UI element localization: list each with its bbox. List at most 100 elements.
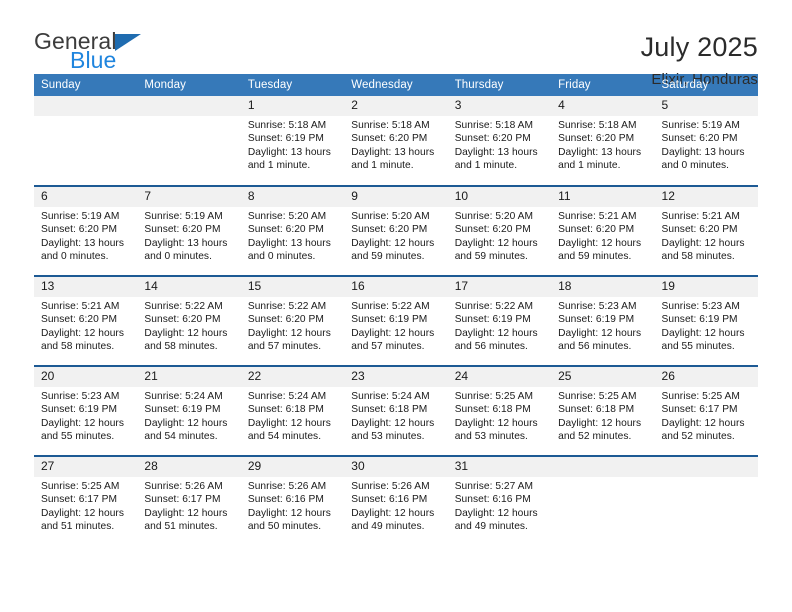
calendar-day-cell[interactable]: 14 Sunrise: 5:22 AM Sunset: 6:20 PM Dayligh… [137,275,241,366]
day-details: Sunrise: 5:25 AM Sunset: 6:18 PM Daylight:… [448,387,551,444]
sunset-text: Sunset: 6:16 PM [351,494,428,506]
calendar-day-cell[interactable]: 12 Sunrise: 5:21 AM Sunset: 6:20 PM Dayligh… [654,185,758,276]
sunrise-text: Sunrise: 5:18 AM [351,120,430,131]
day-details: Sunrise: 5:25 AM Sunset: 6:17 PM Daylight:… [655,387,758,444]
calendar-day-cell[interactable]: 8 Sunrise: 5:20 AM Sunset: 6:20 PM Daylight… [240,185,345,276]
day-number: 24 [447,367,552,387]
calendar-day-cell[interactable]: 26 Sunrise: 5:25 AM Sunset: 6:17 PM Dayligh… [654,365,758,456]
daylight-text-line2: and 59 minutes. [454,251,528,263]
sunrise-text: Sunrise: 5:25 AM [41,481,120,492]
day-details: Sunrise: 5:27 AM Sunset: 6:16 PM Daylight:… [448,477,551,534]
day-number: 20 [34,367,138,387]
sunrise-text: Sunrise: 5:18 AM [247,120,327,131]
general-blue-logo[interactable]: General Blue [34,30,141,72]
calendar-day-cell[interactable]: 11 Sunrise: 5:21 AM Sunset: 6:20 PM Dayligh… [551,185,655,276]
calendar-day-cell[interactable]: 16 Sunrise: 5:22 AM Sunset: 6:19 PM Dayligh… [344,275,448,366]
day-number: 2 [344,96,448,116]
sunset-text: Sunset: 6:20 PM [558,133,635,145]
calendar-day-cell-empty [551,455,655,546]
daylight-text-line2: and 51 minutes. [41,521,115,533]
calendar-day-cell[interactable]: 24 Sunrise: 5:25 AM Sunset: 6:18 PM Dayligh… [447,365,552,456]
daylight-text-line2: and 0 minutes. [247,251,316,263]
calendar-day-cell[interactable]: 17 Sunrise: 5:22 AM Sunset: 6:19 PM Dayligh… [447,275,552,366]
sunrise-text: Sunrise: 5:26 AM [247,481,327,492]
day-number: 30 [344,457,448,477]
day-number: 23 [344,367,448,387]
daylight-text-line2: and 52 minutes. [661,431,735,443]
calendar-day-cell[interactable]: 10 Sunrise: 5:20 AM Sunset: 6:20 PM Dayligh… [447,185,552,276]
day-cell-inner: 24 Sunrise: 5:25 AM Sunset: 6:18 PM Dayligh… [447,367,552,455]
day-cell-inner: 22 Sunrise: 5:24 AM Sunset: 6:18 PM Dayligh… [240,367,345,455]
daylight-text-line2: and 56 minutes. [558,341,632,353]
daylight-text-line1: Daylight: 12 hours [661,327,745,339]
sunrise-text: Sunrise: 5:25 AM [558,391,637,402]
sunset-text: Sunset: 6:18 PM [247,404,324,416]
sunrise-text: Sunrise: 5:23 AM [41,391,120,402]
daylight-text-line2: and 50 minutes. [247,521,322,533]
daylight-text-line2: and 52 minutes. [558,431,632,443]
calendar-day-cell[interactable]: 15 Sunrise: 5:22 AM Sunset: 6:20 PM Dayligh… [240,275,345,366]
calendar-day-cell[interactable]: 19 Sunrise: 5:23 AM Sunset: 6:19 PM Dayligh… [654,275,758,366]
day-number: 16 [344,277,448,297]
calendar-day-cell[interactable]: 13 Sunrise: 5:21 AM Sunset: 6:20 PM Dayligh… [34,275,138,366]
calendar-day-cell[interactable]: 20 Sunrise: 5:23 AM Sunset: 6:19 PM Dayligh… [34,365,138,456]
calendar-day-cell[interactable]: 7 Sunrise: 5:19 AM Sunset: 6:20 PM Daylight… [137,185,241,276]
daylight-text-line1: Daylight: 12 hours [351,237,435,249]
day-cell-inner: 2 Sunrise: 5:18 AM Sunset: 6:20 PM Daylight… [344,96,448,185]
calendar-day-cell[interactable]: 31 Sunrise: 5:27 AM Sunset: 6:16 PM Dayligh… [447,455,552,546]
daylight-text-line2: and 59 minutes. [351,251,425,263]
sunset-text: Sunset: 6:20 PM [41,224,118,236]
sunset-text: Sunset: 6:16 PM [454,494,531,506]
daylight-text-line1: Daylight: 12 hours [144,417,228,429]
day-number: 21 [137,367,241,387]
day-number: 22 [240,367,345,387]
daylight-text-line2: and 59 minutes. [558,251,632,263]
calendar-day-cell[interactable]: 4 Sunrise: 5:18 AM Sunset: 6:20 PM Daylight… [551,96,655,186]
daylight-text-line2: and 0 minutes. [144,251,212,263]
day-number: 29 [240,457,345,477]
day-number: 5 [654,96,758,116]
sunrise-text: Sunrise: 5:21 AM [558,211,637,222]
calendar-day-cell[interactable]: 23 Sunrise: 5:24 AM Sunset: 6:18 PM Dayligh… [344,365,448,456]
day-number: 8 [240,187,345,207]
daylight-text-line1: Daylight: 12 hours [247,417,331,429]
day-details: Sunrise: 5:20 AM Sunset: 6:20 PM Daylight:… [448,207,551,264]
calendar-day-cell[interactable]: 18 Sunrise: 5:23 AM Sunset: 6:19 PM Dayligh… [551,275,655,366]
weekday-header-friday: Friday [551,74,655,96]
calendar-day-cell[interactable]: 2 Sunrise: 5:18 AM Sunset: 6:20 PM Daylight… [344,96,448,186]
calendar-day-cell-empty [137,96,241,186]
daylight-text-line1: Daylight: 12 hours [454,507,538,519]
day-cell-inner: 30 Sunrise: 5:26 AM Sunset: 6:16 PM Dayligh… [344,457,448,546]
daylight-text-line2: and 55 minutes. [41,431,115,443]
daylight-text-line1: Daylight: 12 hours [247,327,331,339]
day-cell-inner: 25 Sunrise: 5:25 AM Sunset: 6:18 PM Dayligh… [551,367,655,455]
calendar-day-cell[interactable]: 21 Sunrise: 5:24 AM Sunset: 6:19 PM Dayligh… [137,365,241,456]
day-number: 19 [654,277,758,297]
calendar-day-cell[interactable]: 27 Sunrise: 5:25 AM Sunset: 6:17 PM Dayligh… [34,455,138,546]
daylight-text-line1: Daylight: 12 hours [454,417,538,429]
calendar-day-cell[interactable]: 5 Sunrise: 5:19 AM Sunset: 6:20 PM Daylight… [654,96,758,186]
calendar-day-cell[interactable]: 6 Sunrise: 5:19 AM Sunset: 6:20 PM Daylight… [34,185,138,276]
sunrise-text: Sunrise: 5:21 AM [661,211,740,222]
day-cell-inner: 14 Sunrise: 5:22 AM Sunset: 6:20 PM Dayligh… [137,277,241,365]
daylight-text-line2: and 0 minutes. [661,160,730,172]
day-cell-inner [137,96,241,185]
calendar-day-cell[interactable]: 22 Sunrise: 5:24 AM Sunset: 6:18 PM Dayligh… [240,365,345,456]
day-details: Sunrise: 5:18 AM Sunset: 6:20 PM Daylight:… [448,116,551,173]
calendar-day-cell[interactable]: 25 Sunrise: 5:25 AM Sunset: 6:18 PM Dayligh… [551,365,655,456]
daylight-text-line2: and 1 minute. [454,160,518,172]
sunset-text: Sunset: 6:20 PM [351,133,428,145]
daylight-text-line1: Daylight: 13 hours [41,237,125,249]
sunrise-text: Sunrise: 5:22 AM [144,301,223,312]
calendar-day-cell[interactable]: 30 Sunrise: 5:26 AM Sunset: 6:16 PM Dayligh… [344,455,448,546]
sunset-text: Sunset: 6:19 PM [41,404,118,416]
calendar-day-cell[interactable]: 28 Sunrise: 5:26 AM Sunset: 6:17 PM Dayligh… [137,455,241,546]
calendar-day-cell[interactable]: 3 Sunrise: 5:18 AM Sunset: 6:20 PM Daylight… [447,96,552,186]
day-cell-inner: 23 Sunrise: 5:24 AM Sunset: 6:18 PM Dayligh… [344,367,448,455]
sunset-text: Sunset: 6:20 PM [558,224,635,236]
calendar-day-cell[interactable]: 29 Sunrise: 5:26 AM Sunset: 6:16 PM Dayligh… [240,455,345,546]
day-details: Sunrise: 5:24 AM Sunset: 6:18 PM Daylight:… [344,387,447,444]
calendar-day-cell[interactable]: 1 Sunrise: 5:18 AM Sunset: 6:19 PM Daylight… [240,96,345,186]
day-details: Sunrise: 5:19 AM Sunset: 6:20 PM Daylight:… [34,207,137,264]
calendar-day-cell[interactable]: 9 Sunrise: 5:20 AM Sunset: 6:20 PM Daylight… [344,185,448,276]
